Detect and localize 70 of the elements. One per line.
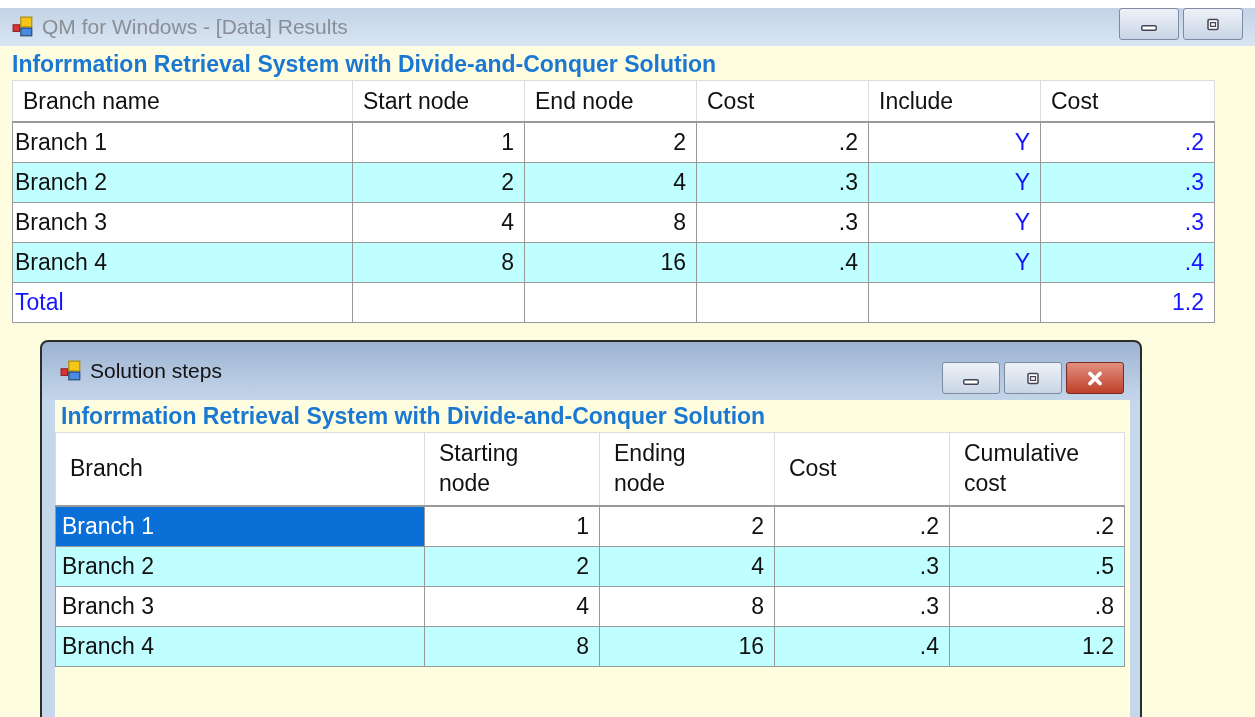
app-icon bbox=[60, 360, 82, 382]
column-header: Start node bbox=[352, 80, 525, 122]
window-title: Solution steps bbox=[90, 359, 223, 383]
table-cell: 1.2 bbox=[949, 626, 1125, 667]
table-cell: 8 bbox=[524, 202, 697, 243]
table-cell: .3 bbox=[696, 162, 869, 203]
app-icon bbox=[12, 16, 34, 38]
table-cell: .4 bbox=[774, 626, 950, 667]
table-cell: .3 bbox=[774, 546, 950, 587]
table-cell: 4 bbox=[599, 546, 775, 587]
table-cell: .3 bbox=[1040, 202, 1215, 243]
table-cell: Total bbox=[12, 282, 353, 323]
column-header: Branch name bbox=[12, 80, 353, 122]
table-cell: Y bbox=[868, 202, 1041, 243]
table-cell: 4 bbox=[352, 202, 525, 243]
table-cell: .2 bbox=[696, 122, 869, 163]
table-cell: Branch 4 bbox=[12, 242, 353, 283]
table-cell: 2 bbox=[352, 162, 525, 203]
column-header: Starting node bbox=[424, 432, 600, 506]
table-cell: 2 bbox=[524, 122, 697, 163]
window-title: QM for Windows - [Data] Results bbox=[42, 15, 349, 39]
table-cell: 4 bbox=[424, 586, 600, 627]
table-cell: Branch 2 bbox=[12, 162, 353, 203]
column-header: Cost bbox=[774, 432, 950, 506]
table-cell: Branch 3 bbox=[12, 202, 353, 243]
minimize-icon bbox=[1141, 25, 1157, 31]
table-heading: Inforrmation Retrieval System with Divide-and-Conquer Solution bbox=[12, 50, 718, 79]
column-header: Ending node bbox=[599, 432, 775, 506]
table-cell: .3 bbox=[774, 586, 950, 627]
table-cell: .8 bbox=[949, 586, 1125, 627]
minimize-button[interactable] bbox=[1119, 8, 1179, 40]
table-cell: 8 bbox=[352, 242, 525, 283]
table-cell: Y bbox=[868, 122, 1041, 163]
table-cell[interactable]: Branch 1 bbox=[55, 506, 425, 547]
close-button[interactable] bbox=[1066, 362, 1124, 394]
table-cell: Y bbox=[868, 242, 1041, 283]
table-cell: .4 bbox=[1040, 242, 1215, 283]
table-cell: 2 bbox=[424, 546, 600, 587]
table-cell[interactable]: Branch 4 bbox=[55, 626, 425, 667]
minimize-button[interactable] bbox=[942, 362, 1000, 394]
table-cell: .2 bbox=[774, 506, 950, 547]
table-heading: Inforrmation Retrieval System with Divide-and-Conquer Solution bbox=[60, 402, 767, 431]
table-cell: 4 bbox=[524, 162, 697, 203]
table-cell[interactable]: Branch 2 bbox=[55, 546, 425, 587]
column-header: Cost bbox=[1040, 80, 1215, 122]
minimize-icon bbox=[963, 379, 979, 385]
table-cell: .3 bbox=[696, 202, 869, 243]
table-cell: .5 bbox=[949, 546, 1125, 587]
table-cell: Y bbox=[868, 162, 1041, 203]
column-header: Cumulative cost bbox=[949, 432, 1125, 506]
maximize-button[interactable] bbox=[1183, 8, 1243, 40]
maximize-button[interactable] bbox=[1004, 362, 1062, 394]
table-cell: 8 bbox=[599, 586, 775, 627]
table-cell: 16 bbox=[599, 626, 775, 667]
table-cell: 16 bbox=[524, 242, 697, 283]
table-cell[interactable]: Branch 3 bbox=[55, 586, 425, 627]
table-cell: 8 bbox=[424, 626, 600, 667]
table-cell: 2 bbox=[599, 506, 775, 547]
table-cell: Branch 1 bbox=[12, 122, 353, 163]
table-cell: .3 bbox=[1040, 162, 1215, 203]
column-header: Include bbox=[868, 80, 1041, 122]
table-cell: .2 bbox=[949, 506, 1125, 547]
table-cell: .2 bbox=[1040, 122, 1215, 163]
table-cell: .4 bbox=[696, 242, 869, 283]
column-header: Cost bbox=[696, 80, 869, 122]
table-cell: 1 bbox=[424, 506, 600, 547]
table-cell: 1 bbox=[352, 122, 525, 163]
table-cell: 1.2 bbox=[1040, 282, 1215, 323]
close-icon bbox=[1085, 370, 1105, 386]
column-header: End node bbox=[524, 80, 697, 122]
